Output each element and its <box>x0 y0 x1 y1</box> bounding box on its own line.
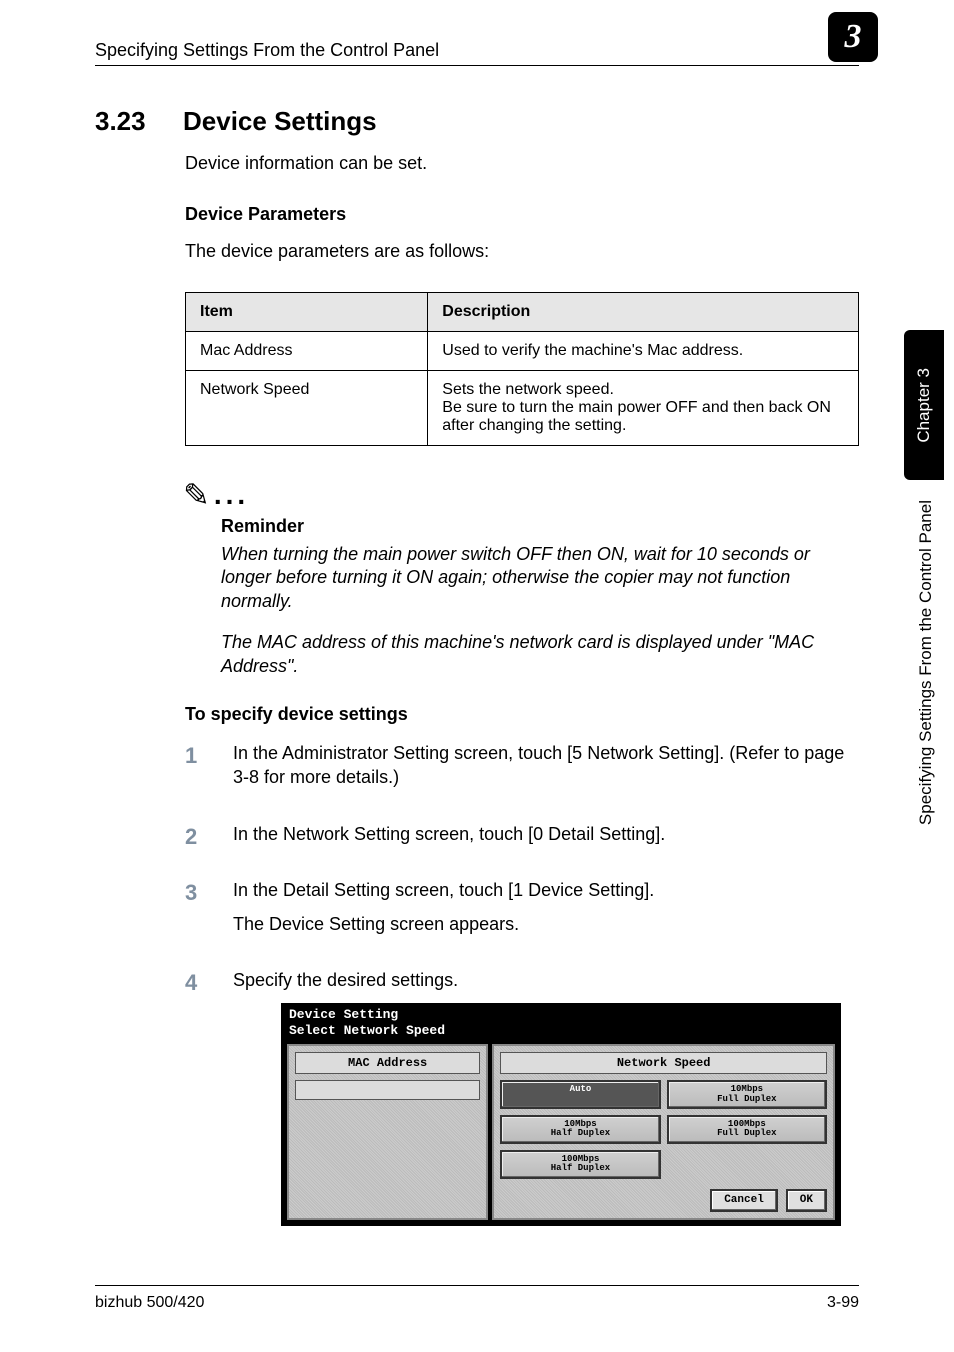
side-chapter-label: Chapter 3 <box>914 368 934 443</box>
procedure-steps: 1 In the Administrator Setting screen, t… <box>185 741 859 1226</box>
speed-100-half-button[interactable]: 100Mbps Half Duplex <box>500 1150 660 1179</box>
speed-10-full-button[interactable]: 10Mbps Full Duplex <box>667 1080 827 1109</box>
chapter-badge-number: 3 <box>845 18 862 56</box>
mac-address-label: MAC Address <box>295 1052 480 1074</box>
cell-item: Mac Address <box>186 332 428 371</box>
mac-address-column: MAC Address <box>287 1044 488 1220</box>
col-description: Description <box>428 293 859 332</box>
step-number: 1 <box>185 741 205 800</box>
device-parameters-table: Item Description Mac Address Used to ver… <box>185 292 859 446</box>
device-setting-panel: Device Setting Select Network Speed MAC … <box>281 1003 841 1226</box>
footer-left: bizhub 500/420 <box>95 1294 204 1312</box>
cell-desc: Used to verify the machine's Mac address… <box>428 332 859 371</box>
panel-title: Device Setting <box>281 1003 841 1023</box>
section-title: Device Settings <box>183 106 377 137</box>
device-parameters-intro: The device parameters are as follows: <box>185 241 859 262</box>
cancel-button[interactable]: Cancel <box>710 1189 778 1212</box>
step-1: 1 In the Administrator Setting screen, t… <box>185 741 859 800</box>
section-intro: Device information can be set. <box>185 153 859 174</box>
chapter-badge: 3 <box>828 12 878 62</box>
step-number: 3 <box>185 878 205 947</box>
cell-desc: Sets the network speed. Be sure to turn … <box>428 371 859 446</box>
speed-options: Auto 10Mbps Full Duplex 10Mbps Half Dupl… <box>500 1080 827 1179</box>
speed-auto-button[interactable]: Auto <box>500 1080 660 1109</box>
step-number: 4 <box>185 968 205 1225</box>
note-icon: ✎... <box>183 476 859 514</box>
network-speed-label: Network Speed <box>500 1052 827 1074</box>
table-header-row: Item Description <box>186 293 859 332</box>
step-text: In the Network Setting screen, touch [0 … <box>233 822 859 846</box>
page: 3 Specifying Settings From the Control P… <box>0 0 954 1352</box>
step-subtext: The Device Setting screen appears. <box>233 912 859 936</box>
device-parameters-heading: Device Parameters <box>185 204 859 225</box>
reminder-para-2: The MAC address of this machine's networ… <box>221 631 859 678</box>
step-number: 2 <box>185 822 205 856</box>
running-header-title: Specifying Settings From the Control Pan… <box>95 40 859 61</box>
speed-empty-cell <box>667 1150 827 1179</box>
step-text: Specify the desired settings. <box>233 968 859 992</box>
step-3: 3 In the Detail Setting screen, touch [1… <box>185 878 859 947</box>
reminder-heading: Reminder <box>221 516 859 537</box>
section-number: 3.23 <box>95 106 155 137</box>
section-body: Device information can be set. Device Pa… <box>185 153 859 1226</box>
running-header: Specifying Settings From the Control Pan… <box>95 40 859 66</box>
step-text: In the Detail Setting screen, touch [1 D… <box>233 878 859 902</box>
col-item: Item <box>186 293 428 332</box>
side-chapter-tab: Chapter 3 <box>904 330 944 480</box>
step-4: 4 Specify the desired settings. Device S… <box>185 968 859 1225</box>
table-row: Mac Address Used to verify the machine's… <box>186 332 859 371</box>
ok-button[interactable]: OK <box>786 1189 827 1212</box>
speed-100-full-button[interactable]: 100Mbps Full Duplex <box>667 1115 827 1144</box>
section-heading: 3.23 Device Settings <box>95 106 859 137</box>
speed-10-half-button[interactable]: 10Mbps Half Duplex <box>500 1115 660 1144</box>
footer-right: 3-99 <box>827 1294 859 1312</box>
panel-footer: Cancel OK <box>500 1189 827 1212</box>
step-text: In the Administrator Setting screen, tou… <box>233 741 859 790</box>
page-footer: bizhub 500/420 3-99 <box>95 1285 859 1312</box>
mac-address-field <box>295 1080 480 1100</box>
reminder-para-1: When turning the main power switch OFF t… <box>221 543 859 613</box>
cell-item: Network Speed <box>186 371 428 446</box>
panel-body: MAC Address Network Speed Auto 10Mbps Fu… <box>281 1044 841 1226</box>
content: 3.23 Device Settings Device information … <box>95 106 859 1226</box>
step-2: 2 In the Network Setting screen, touch [… <box>185 822 859 856</box>
procedure-heading: To specify device settings <box>185 704 859 725</box>
panel-subtitle: Select Network Speed <box>281 1022 841 1044</box>
table-row: Network Speed Sets the network speed. Be… <box>186 371 859 446</box>
network-speed-column: Network Speed Auto 10Mbps Full Duplex 10… <box>492 1044 835 1220</box>
side-section-label: Specifying Settings From the Control Pan… <box>916 500 936 825</box>
